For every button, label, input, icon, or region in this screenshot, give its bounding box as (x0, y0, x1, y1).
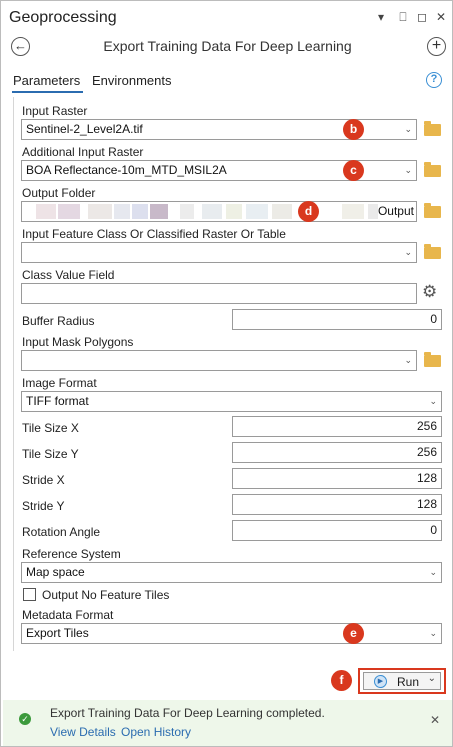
folder-browse-icon[interactable] (424, 244, 441, 259)
tile-size-x-label: Tile Size X (22, 421, 79, 435)
tool-title: Export Training Data For Deep Learning (103, 38, 352, 54)
image-format-value: TIFF format (26, 394, 89, 408)
active-tab-indicator (12, 91, 83, 93)
additional-input-raster-label: Additional Input Raster (22, 145, 144, 159)
chevron-down-icon[interactable]: ⌄ (428, 673, 436, 684)
buffer-radius-label: Buffer Radius (22, 314, 95, 328)
redacted-path-block (202, 204, 222, 219)
status-message: Export Training Data For Deep Learning c… (50, 706, 325, 720)
stride-y-input[interactable]: 128 (232, 494, 442, 515)
stride-x-input[interactable]: 128 (232, 468, 442, 489)
image-format-label: Image Format (22, 376, 97, 390)
metadata-format-dropdown[interactable]: Export Tiles ⌄ (21, 623, 442, 644)
callout-b: b (343, 119, 364, 140)
redacted-path-block (150, 204, 168, 219)
success-check-icon: ✓ (19, 713, 31, 725)
run-button[interactable]: ▶ Run ⌄ (363, 672, 441, 690)
reference-system-label: Reference System (22, 547, 121, 561)
close-pane-icon[interactable]: ✕ (434, 10, 448, 24)
folder-browse-icon[interactable] (424, 352, 441, 367)
chevron-down-icon: ⌄ (404, 165, 412, 175)
callout-e: e (343, 623, 364, 644)
redacted-path-block (36, 204, 56, 219)
run-button-highlight: ▶ Run ⌄ (358, 668, 446, 694)
rotation-angle-input[interactable]: 0 (232, 520, 442, 541)
auto-hide-icon[interactable]: ⎕ (396, 10, 410, 24)
input-feature-class-dropdown[interactable]: ⌄ (21, 242, 417, 263)
folder-browse-icon[interactable] (424, 162, 441, 177)
redacted-path-block (226, 204, 242, 219)
output-folder-value: Output (377, 204, 414, 218)
reference-system-dropdown[interactable]: Map space ⌄ (21, 562, 442, 583)
class-value-field-label: Class Value Field (22, 268, 115, 282)
parameters-divider (13, 97, 14, 651)
chevron-down-icon: ⌄ (404, 355, 412, 365)
input-raster-value: Sentinel-2_Level2A.tif (26, 122, 143, 136)
redacted-path-block (88, 204, 112, 219)
callout-c: c (343, 160, 364, 181)
redacted-path-block (342, 204, 364, 219)
chevron-down-icon: ⌄ (429, 396, 437, 406)
redacted-path-block (368, 204, 378, 219)
tab-parameters[interactable]: Parameters (13, 73, 80, 88)
folder-browse-icon[interactable] (424, 203, 441, 218)
options-dropdown-icon[interactable]: ▾ (374, 10, 388, 24)
redacted-path-block (272, 204, 292, 219)
help-icon[interactable]: ? (426, 72, 442, 88)
back-arrow-icon[interactable]: ← (11, 37, 30, 56)
tab-environments[interactable]: Environments (92, 73, 171, 88)
geoprocessing-pane: Geoprocessing ▾ ⎕ ◻ ✕ ← Export Training … (0, 0, 453, 747)
play-icon: ▶ (374, 675, 387, 688)
redacted-path-block (114, 204, 130, 219)
folder-browse-icon[interactable] (424, 121, 441, 136)
input-mask-polygons-label: Input Mask Polygons (22, 335, 134, 349)
redacted-path-block (246, 204, 268, 219)
buffer-radius-input[interactable]: 0 (232, 309, 442, 330)
output-no-feature-tiles-checkbox[interactable] (23, 588, 36, 601)
redacted-path-block (132, 204, 148, 219)
chevron-down-icon: ⌄ (404, 124, 412, 134)
input-raster-label: Input Raster (22, 104, 88, 118)
output-folder-input[interactable]: Output (21, 201, 417, 222)
stride-y-label: Stride Y (22, 499, 65, 513)
open-history-link[interactable]: Open History (121, 725, 191, 739)
output-no-feature-tiles-label: Output No Feature Tiles (42, 588, 170, 602)
chevron-down-icon: ⌄ (404, 247, 412, 257)
input-mask-polygons-dropdown[interactable]: ⌄ (21, 350, 417, 371)
tile-size-y-input[interactable]: 256 (232, 442, 442, 463)
chevron-down-icon: ⌄ (429, 567, 437, 577)
metadata-format-label: Metadata Format (22, 608, 114, 622)
output-folder-label: Output Folder (22, 186, 96, 200)
image-format-dropdown[interactable]: TIFF format ⌄ (21, 391, 442, 412)
callout-f: f (331, 670, 352, 691)
input-feature-class-label: Input Feature Class Or Classified Raster… (22, 227, 286, 241)
gear-icon[interactable]: ⚙ (422, 282, 437, 302)
add-icon[interactable]: + (427, 37, 446, 56)
stride-x-label: Stride X (22, 473, 65, 487)
dismiss-status-icon[interactable]: ✕ (430, 713, 440, 727)
callout-d: d (298, 201, 319, 222)
additional-input-raster-value: BOA Reflectance-10m_MTD_MSIL2A (26, 163, 227, 177)
redacted-path-block (58, 204, 80, 219)
tile-size-x-input[interactable]: 256 (232, 416, 442, 437)
maximize-icon[interactable]: ◻ (415, 10, 429, 24)
redacted-path-block (180, 204, 194, 219)
run-label: Run (397, 675, 420, 689)
view-details-link[interactable]: View Details (50, 725, 116, 739)
reference-system-value: Map space (26, 565, 85, 579)
tile-size-y-label: Tile Size Y (22, 447, 79, 461)
pane-title: Geoprocessing (9, 9, 117, 26)
class-value-field-input[interactable] (21, 283, 417, 304)
rotation-angle-label: Rotation Angle (22, 525, 101, 539)
chevron-down-icon: ⌄ (429, 628, 437, 638)
metadata-format-value: Export Tiles (26, 626, 89, 640)
